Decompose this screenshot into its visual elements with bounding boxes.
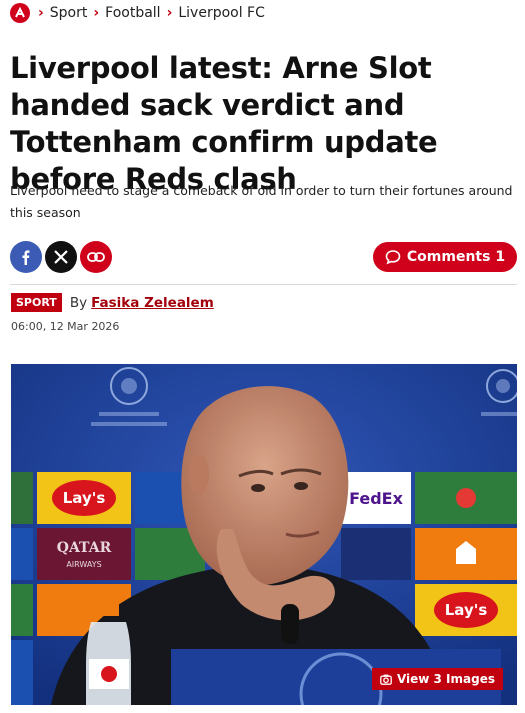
breadcrumb-sport[interactable]: Sport — [50, 5, 88, 21]
divider — [10, 284, 517, 285]
comments-button[interactable]: Comments 1 — [373, 242, 517, 272]
svg-text:Lay's: Lay's — [445, 601, 488, 619]
facebook-share-button[interactable] — [10, 241, 42, 273]
share-bar — [10, 241, 112, 273]
camera-icon — [380, 674, 392, 685]
x-icon — [54, 250, 68, 264]
article-headline: Liverpool latest: Arne Slot handed sack … — [10, 51, 438, 196]
facebook-icon — [22, 250, 30, 265]
press-conference-photo: Lay's FedEx QATAR AIRWAYS Lay's — [11, 364, 517, 705]
hero-image[interactable]: Lay's FedEx QATAR AIRWAYS Lay's View 3 I… — [11, 364, 517, 705]
view-images-button[interactable]: View 3 Images — [371, 668, 503, 690]
link-icon — [87, 252, 105, 262]
byline: SPORT By Fasika Zelealem — [11, 293, 214, 312]
chevron-right-icon: › — [38, 5, 44, 21]
author-link[interactable]: Fasika Zelealem — [91, 295, 214, 311]
copy-link-button[interactable] — [80, 241, 112, 273]
speech-bubble-icon — [385, 250, 401, 265]
svg-text:AIRWAYS: AIRWAYS — [66, 560, 101, 569]
breadcrumb-football[interactable]: Football — [105, 5, 160, 21]
site-logo-icon[interactable] — [10, 3, 30, 23]
breadcrumb-liverpool-fc[interactable]: Liverpool FC — [178, 5, 265, 21]
chevron-right-icon: › — [93, 5, 100, 21]
view-images-label: View 3 Images — [396, 672, 495, 686]
article-standfirst: Liverpool need to stage a comeback of ol… — [10, 183, 513, 220]
svg-text:FedEx: FedEx — [349, 489, 404, 508]
byline-prefix: By — [69, 294, 88, 311]
svg-text:Lay's: Lay's — [63, 489, 106, 507]
chevron-right-icon: › — [166, 5, 173, 21]
section-badge[interactable]: SPORT — [11, 293, 62, 312]
x-share-button[interactable] — [45, 241, 77, 273]
breadcrumb: › Sport › Football › Liverpool FC — [10, 3, 265, 23]
comments-label: Comments 1 — [406, 249, 506, 265]
svg-text:QATAR: QATAR — [57, 540, 112, 556]
publish-timestamp: 06:00, 12 Mar 2026 — [11, 320, 120, 333]
